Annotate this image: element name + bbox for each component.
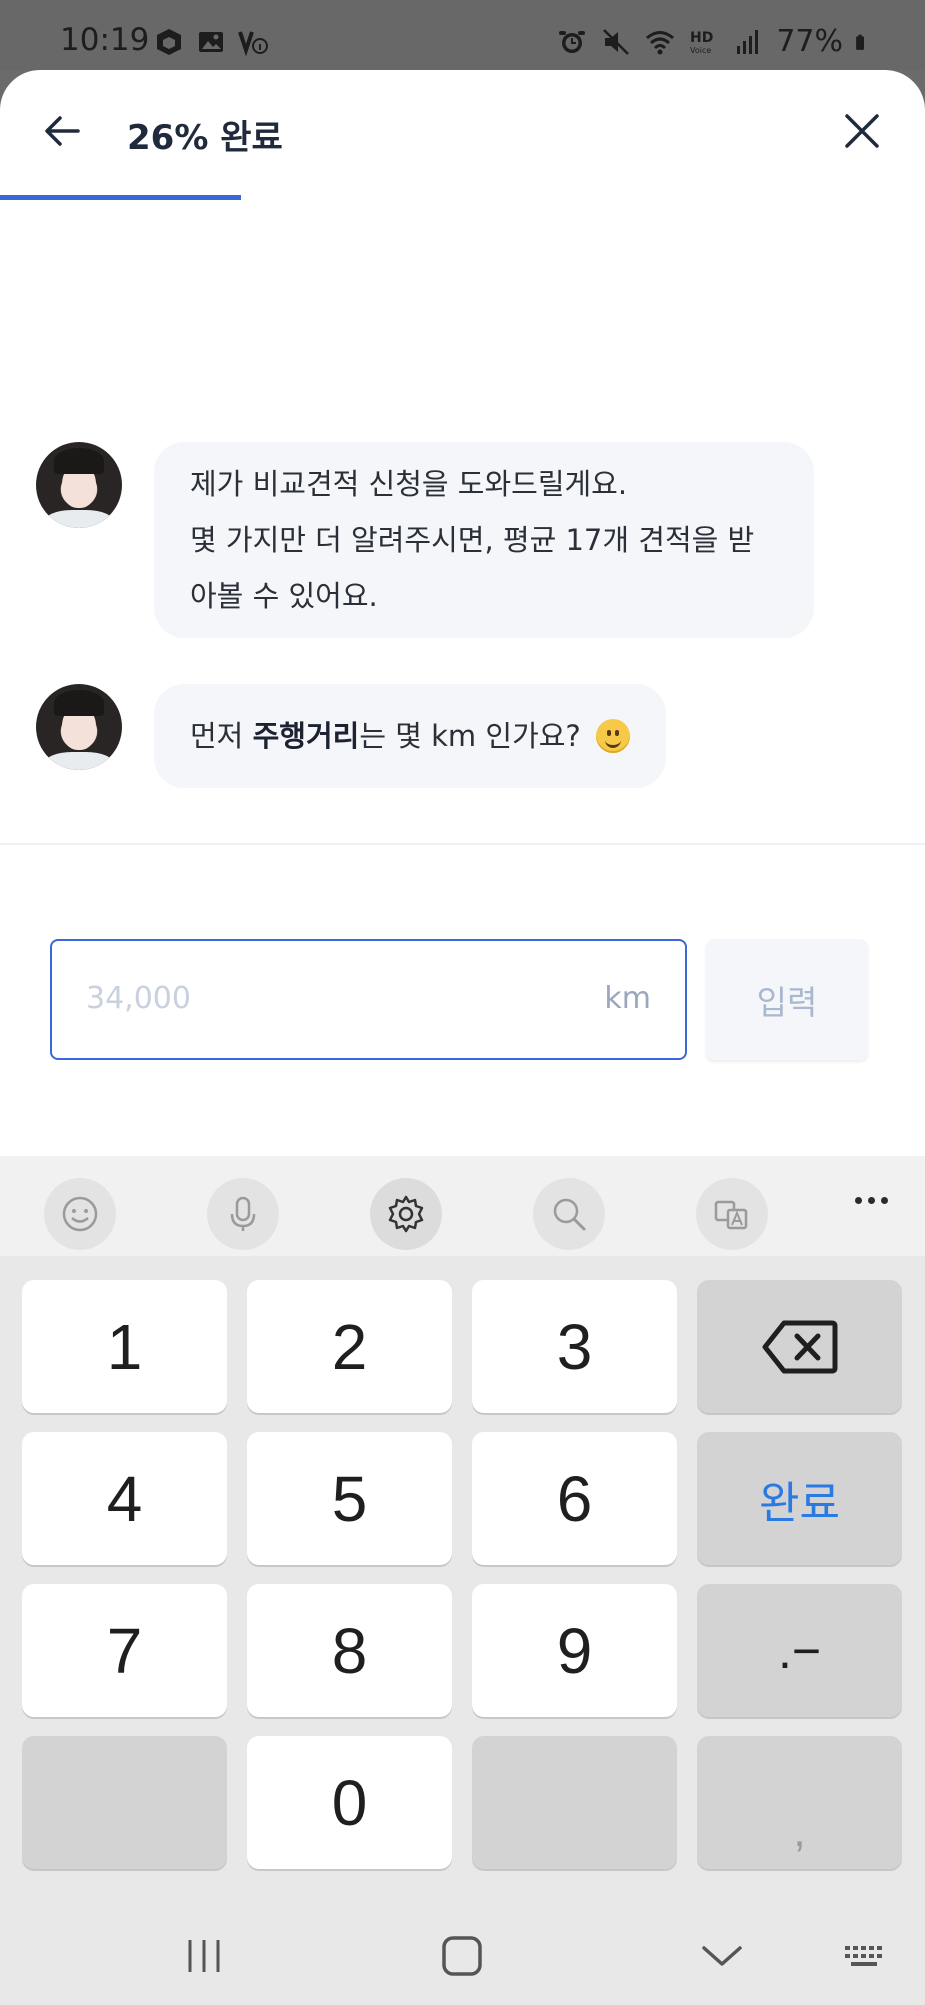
home-icon[interactable] <box>438 1932 486 1980</box>
key-5[interactable]: 5 <box>247 1432 452 1565</box>
key-8[interactable]: 8 <box>247 1584 452 1717</box>
key-6[interactable]: 6 <box>472 1432 677 1565</box>
key-0[interactable]: 0 <box>247 1736 452 1869</box>
progress-bar-fill <box>0 195 241 200</box>
blank-key-right <box>472 1736 677 1869</box>
backspace-key[interactable] <box>697 1280 902 1413</box>
wifi-icon <box>646 30 675 54</box>
key-2[interactable]: 2 <box>247 1280 452 1413</box>
smile-emoji-icon <box>596 719 631 753</box>
mileage-input[interactable]: 34,000 km <box>50 939 687 1060</box>
search-icon[interactable] <box>533 1178 605 1250</box>
svg-text:HD: HD <box>690 30 713 46</box>
avatar <box>36 442 122 528</box>
header: 26% 완료 <box>0 70 925 200</box>
close-icon[interactable] <box>837 106 887 156</box>
divider <box>0 843 925 845</box>
message-line: 제가 비교견적 신청을 도와드릴게요. <box>190 467 628 501</box>
keyboard-toolbar <box>0 1156 925 1256</box>
keyboard-icon[interactable] <box>843 1932 887 1980</box>
settings-icon[interactable] <box>370 1178 442 1250</box>
navigation-bar <box>0 1906 925 2005</box>
blank-key-left <box>22 1736 227 1869</box>
message-text-bold: 주행거리 <box>252 719 360 753</box>
submit-button[interactable]: 입력 <box>706 939 868 1060</box>
emoji-icon[interactable] <box>44 1178 116 1250</box>
mileage-unit-label: km <box>604 981 651 1016</box>
key-1[interactable]: 1 <box>22 1280 227 1413</box>
key-3[interactable]: 3 <box>472 1280 677 1413</box>
key-7[interactable]: 7 <box>22 1584 227 1717</box>
more-icon[interactable] <box>855 1194 895 1206</box>
status-right-icons: HD Voice 77% <box>556 24 873 59</box>
signal-icon <box>737 29 759 54</box>
mute-icon <box>603 28 630 55</box>
progress-title: 26% 완료 <box>127 118 283 158</box>
battery-icon <box>856 34 864 50</box>
message-row-2 <box>36 684 122 770</box>
volte-icon <box>238 31 268 57</box>
avatar <box>36 684 122 770</box>
progress-bar <box>0 195 925 200</box>
message-text-prefix: 먼저 <box>190 719 253 753</box>
hd-voice-icon: HDVoice <box>690 30 713 55</box>
backspace-icon <box>762 1320 837 1373</box>
message-line: 아볼 수 있어요. <box>190 579 378 613</box>
image-icon <box>199 32 223 52</box>
microphone-icon[interactable] <box>207 1178 279 1250</box>
translate-icon[interactable] <box>696 1178 768 1250</box>
back-arrow-icon[interactable] <box>38 106 88 156</box>
back-chevron-icon[interactable] <box>698 1932 746 1980</box>
status-left-icons <box>153 26 269 58</box>
chat-bubble-1: 제가 비교견적 신청을 도와드릴게요. 몇 가지만 더 알려주시면, 평균 17… <box>154 442 814 638</box>
mileage-input-placeholder: 34,000 <box>86 981 191 1016</box>
dot-dash-key[interactable]: .− <box>697 1584 902 1717</box>
key-4[interactable]: 4 <box>22 1432 227 1565</box>
key-9[interactable]: 9 <box>472 1584 677 1717</box>
message-row-1 <box>36 442 122 528</box>
done-key[interactable]: 완료 <box>697 1432 902 1565</box>
status-time: 10:19 <box>60 22 150 58</box>
numeric-keyboard: 1 2 3 4 5 6 완료 7 8 9 .− 0 , <box>0 1156 925 2005</box>
comma-key[interactable]: , <box>697 1736 902 1869</box>
battery-percent: 77% <box>776 24 843 59</box>
message-text-suffix: 는 몇 km 인가요? <box>359 719 581 753</box>
recents-icon[interactable] <box>180 1932 228 1980</box>
chat-bubble-2: 먼저 주행거리는 몇 km 인가요? <box>154 684 667 788</box>
svg-text:Voice: Voice <box>690 46 711 55</box>
alarm-icon <box>559 30 586 53</box>
message-line: 몇 가지만 더 알려주시면, 평균 17개 견적을 받 <box>190 523 755 557</box>
box-icon <box>157 29 181 55</box>
status-bar: 10:19 HD Voice 77% <box>0 0 925 70</box>
